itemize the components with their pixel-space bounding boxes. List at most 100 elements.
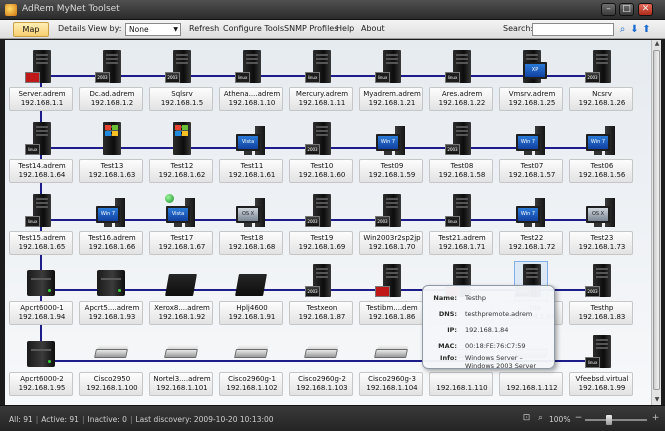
device-label[interactable]: Test12 192.168.1.62: [149, 159, 213, 183]
device-label[interactable]: Test23 192.168.1.73: [569, 231, 633, 255]
snmp-profiles-button[interactable]: SNMP Profiles: [284, 24, 338, 33]
switch-icon[interactable]: [234, 333, 270, 371]
server-win2003-icon[interactable]: 2003: [585, 48, 617, 86]
device-node[interactable]: linux Ares.adrem 192.168.1.22: [429, 48, 493, 114]
device-node[interactable]: Test13 192.168.1.63: [79, 120, 143, 186]
switch-icon[interactable]: [304, 333, 340, 371]
device-node[interactable]: OS X Test23 192.168.1.73: [569, 192, 633, 258]
vertical-scrollbar[interactable]: ▲ ▼: [651, 40, 661, 405]
device-node[interactable]: linux Vfeebsd.virtual 192.168.1.99: [569, 333, 633, 399]
workstation-vista-globe-icon[interactable]: Vista: [165, 192, 197, 230]
device-node[interactable]: Apcrt6000-2 192.168.1.95: [9, 333, 73, 399]
about-button[interactable]: About: [361, 24, 385, 33]
device-label[interactable]: Server.adrem 192.168.1.1: [9, 87, 73, 111]
server-win2003-icon[interactable]: 2003: [95, 48, 127, 86]
printer-rack-icon[interactable]: [235, 262, 267, 300]
refresh-button[interactable]: Refresh: [189, 24, 219, 33]
device-label[interactable]: Test16.adrem 192.168.1.66: [79, 231, 143, 255]
scroll-thumb[interactable]: [653, 50, 660, 390]
device-node[interactable]: linux Test15.adrem 192.168.1.65: [9, 192, 73, 258]
device-node[interactable]: Hplj4600 192.168.1.91: [219, 262, 283, 328]
server-linux-icon[interactable]: linux: [25, 192, 57, 230]
server-linux-icon[interactable]: linux: [585, 333, 617, 371]
device-label[interactable]: Test15.adrem 192.168.1.65: [9, 231, 73, 255]
server-win2003-icon[interactable]: 2003: [305, 192, 337, 230]
device-node[interactable]: Test12 192.168.1.62: [149, 120, 213, 186]
router-cube-icon[interactable]: [25, 333, 57, 371]
server-linux-icon[interactable]: linux: [305, 48, 337, 86]
device-label[interactable]: Cisco2950 192.168.1.100: [79, 372, 143, 396]
help-button[interactable]: Help: [336, 24, 354, 33]
workstation-vista-icon[interactable]: Vista: [235, 120, 267, 158]
details-tab[interactable]: Details: [58, 24, 86, 33]
server-windows-icon[interactable]: [165, 120, 197, 158]
device-node[interactable]: 2003 Win2003r2sp2jp 192.168.1.70: [359, 192, 423, 258]
device-node[interactable]: Cisco2960g-1 192.168.1.102: [219, 333, 283, 399]
device-label[interactable]: Test21.adrem 192.168.1.71: [429, 231, 493, 255]
zoom-out-icon[interactable]: −: [573, 413, 584, 424]
device-label[interactable]: Vmsrv.adrem 192.168.1.25: [499, 87, 563, 111]
device-node[interactable]: 2003 Testxeon 192.168.1.87: [289, 262, 353, 328]
server-linux-icon[interactable]: linux: [25, 120, 57, 158]
device-label[interactable]: Test08 192.168.1.58: [429, 159, 493, 183]
workstation-win7-icon[interactable]: Win 7: [585, 120, 617, 158]
server-windows-icon[interactable]: [95, 120, 127, 158]
redhat-server-icon[interactable]: [375, 262, 407, 300]
configure-tools-button[interactable]: Configure Tools: [223, 24, 284, 33]
zoom-slider-track[interactable]: [585, 419, 647, 421]
device-label[interactable]: Myadrem.adrem 192.168.1.21: [359, 87, 423, 111]
device-label[interactable]: Dc.ad.adrem 192.168.1.2: [79, 87, 143, 111]
minimize-button[interactable]: –: [601, 3, 616, 16]
device-label[interactable]: Test17 192.168.1.67: [149, 231, 213, 255]
search-prev-icon[interactable]: ⬆: [641, 24, 652, 35]
device-node[interactable]: Win 7 Test06 192.168.1.56: [569, 120, 633, 186]
device-label[interactable]: Ares.adrem 192.168.1.22: [429, 87, 493, 111]
device-label[interactable]: 192.168.1.112: [499, 372, 563, 396]
device-node[interactable]: Xerox8....adrem 192.168.1.92: [149, 262, 213, 328]
server-win2003-icon[interactable]: 2003: [585, 262, 617, 300]
workstation-mac-icon[interactable]: OS X: [585, 192, 617, 230]
device-node[interactable]: XP Vmsrv.adrem 192.168.1.25: [499, 48, 563, 114]
workstation-win7-icon[interactable]: Win 7: [375, 120, 407, 158]
device-label[interactable]: Win2003r2sp2jp 192.168.1.70: [359, 231, 423, 255]
device-label[interactable]: Apcrt6000-1 192.168.1.94: [9, 301, 73, 325]
device-node[interactable]: Apcrt5....adrem 192.168.1.93: [79, 262, 143, 328]
maximize-button[interactable]: □: [619, 3, 634, 16]
server-win2003-icon[interactable]: 2003: [305, 120, 337, 158]
device-node[interactable]: 2003 Test08 192.168.1.58: [429, 120, 493, 186]
server-linux-icon[interactable]: linux: [375, 48, 407, 86]
switch-icon[interactable]: [374, 333, 410, 371]
device-node[interactable]: Vista Test11 192.168.1.61: [219, 120, 283, 186]
device-label[interactable]: Test13 192.168.1.63: [79, 159, 143, 183]
workstation-win7-icon[interactable]: Win 7: [515, 192, 547, 230]
device-label[interactable]: Nortel3....adrem 192.168.1.101: [149, 372, 213, 396]
device-label[interactable]: Test09 192.168.1.59: [359, 159, 423, 183]
server-win2003-icon[interactable]: 2003: [305, 262, 337, 300]
device-node[interactable]: Nortel3....adrem 192.168.1.101: [149, 333, 213, 399]
device-node[interactable]: Win 7 Test22 192.168.1.72: [499, 192, 563, 258]
switch-icon[interactable]: [164, 333, 200, 371]
router-cube-icon[interactable]: [25, 262, 57, 300]
scroll-down-icon[interactable]: ▼: [652, 396, 662, 405]
device-label[interactable]: Apcrt6000-2 192.168.1.95: [9, 372, 73, 396]
device-label[interactable]: Athena....adrem 192.168.1.10: [219, 87, 283, 111]
device-label[interactable]: Cisco2960g-1 192.168.1.102: [219, 372, 283, 396]
workstation-win7-icon[interactable]: Win 7: [95, 192, 127, 230]
redhat-server-icon[interactable]: [25, 48, 57, 86]
switch-icon[interactable]: [94, 333, 130, 371]
device-node[interactable]: Apcrt6000-1 192.168.1.94: [9, 262, 73, 328]
server-win2003-icon[interactable]: 2003: [445, 120, 477, 158]
workstation-win7-icon[interactable]: Win 7: [515, 120, 547, 158]
device-node[interactable]: Testibm....dem 192.168.1.86: [359, 262, 423, 328]
device-label[interactable]: Test19 192.168.1.69: [289, 231, 353, 255]
server-linux-icon[interactable]: linux: [445, 192, 477, 230]
device-node[interactable]: 2003 Ncsrv 192.168.1.26: [569, 48, 633, 114]
device-label[interactable]: Vfeebsd.virtual 192.168.1.99: [569, 372, 633, 396]
device-node[interactable]: Cisco2960g-2 192.168.1.103: [289, 333, 353, 399]
device-label[interactable]: 192.168.1.110: [429, 372, 493, 396]
search-icon[interactable]: ⌕: [617, 24, 628, 35]
device-label[interactable]: Sqlsrv 192.168.1.5: [149, 87, 213, 111]
device-label[interactable]: Testibm....dem 192.168.1.86: [359, 301, 423, 325]
device-node[interactable]: OS X Test18 192.168.1.68: [219, 192, 283, 258]
zoom-fit-icon[interactable]: ⊡: [521, 413, 532, 424]
